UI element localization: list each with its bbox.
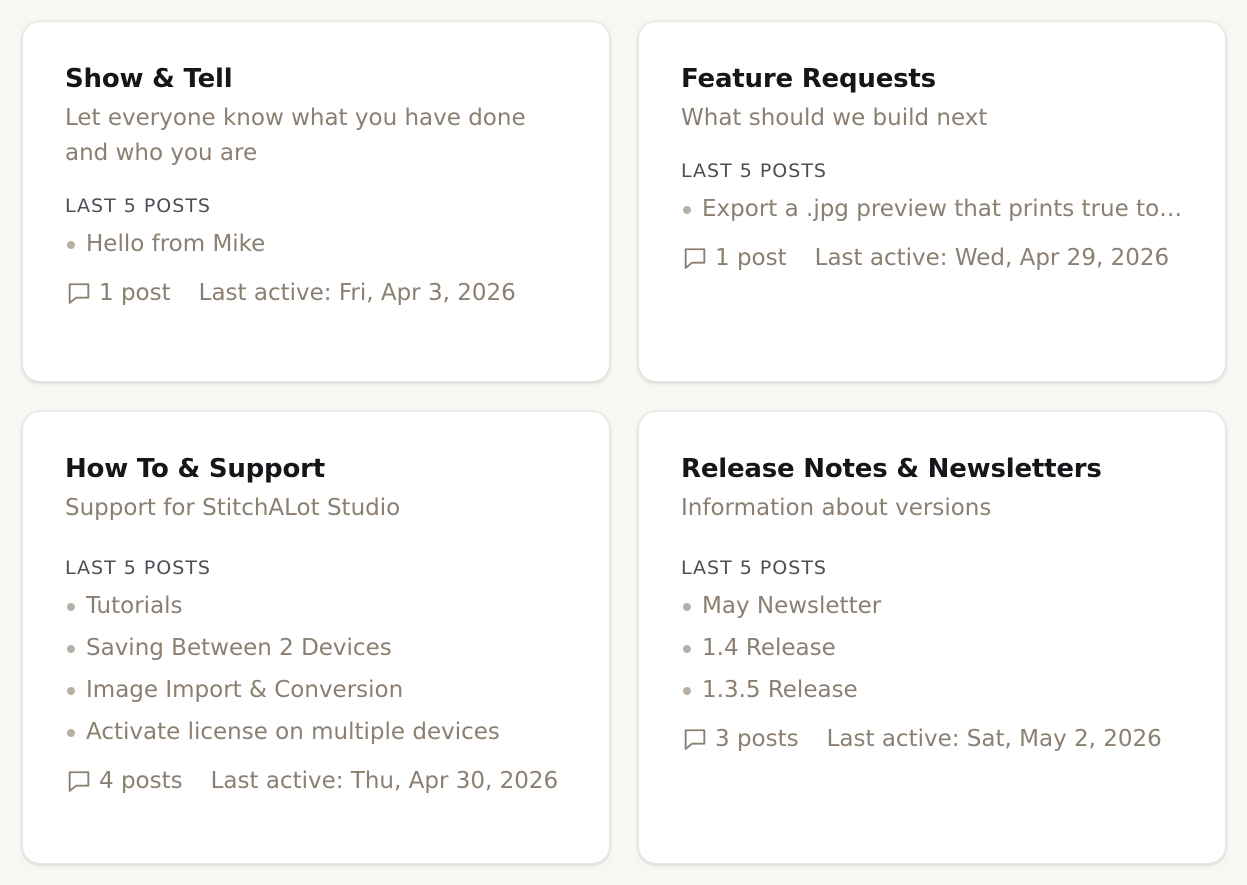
- last-posts-label: LAST 5 POSTS: [65, 195, 211, 217]
- category-grid: Show & Tell Let everyone know what you h…: [0, 0, 1247, 885]
- category-description: Information about versions: [681, 495, 992, 521]
- recent-posts-list: Tutorials Saving Between 2 Devices Image…: [65, 585, 567, 753]
- category-card-how-to-and-support[interactable]: How To & Support Support for StitchALot …: [22, 411, 610, 864]
- chat-bubble-icon: [65, 767, 93, 795]
- category-description: Support for StitchALot Studio: [65, 495, 401, 521]
- recent-post-link[interactable]: Tutorials: [65, 585, 567, 627]
- chat-bubble-icon: [681, 725, 709, 753]
- last-posts-label: LAST 5 POSTS: [681, 557, 827, 579]
- last-active: Last active: Fri, Apr 3, 2026: [198, 280, 516, 306]
- recent-post-link[interactable]: Export a .jpg preview that prints true t…: [681, 188, 1183, 230]
- chat-bubble-icon: [681, 244, 709, 272]
- post-count: 3 posts: [715, 726, 799, 752]
- recent-post-link[interactable]: Hello from Mike: [65, 223, 567, 265]
- recent-post-link[interactable]: Image Import & Conversion: [65, 669, 567, 711]
- category-card-feature-requests[interactable]: Feature Requests What should we build ne…: [638, 21, 1226, 382]
- last-posts-label: LAST 5 POSTS: [65, 557, 211, 579]
- category-title[interactable]: Show & Tell: [65, 62, 567, 96]
- last-active: Last active: Thu, Apr 30, 2026: [210, 768, 559, 794]
- category-description: Let everyone know what you have done and…: [65, 105, 526, 166]
- category-meta: 1 post Last active: Wed, Apr 29, 2026: [681, 241, 1183, 275]
- recent-posts-list: May Newsletter 1.4 Release 1.3.5 Release: [681, 585, 1183, 711]
- category-title[interactable]: How To & Support: [65, 452, 567, 486]
- category-meta: 4 posts Last active: Thu, Apr 30, 2026: [65, 764, 567, 798]
- post-count: 1 post: [99, 280, 171, 306]
- post-count: 1 post: [715, 245, 787, 271]
- recent-post-link[interactable]: 1.3.5 Release: [681, 669, 1183, 711]
- last-active: Last active: Sat, May 2, 2026: [826, 726, 1162, 752]
- recent-posts-list: Export a .jpg preview that prints true t…: [681, 188, 1183, 230]
- category-card-show-and-tell[interactable]: Show & Tell Let everyone know what you h…: [22, 21, 610, 382]
- last-active: Last active: Wed, Apr 29, 2026: [814, 245, 1170, 271]
- recent-post-link[interactable]: 1.4 Release: [681, 627, 1183, 669]
- category-meta: 1 post Last active: Fri, Apr 3, 2026: [65, 276, 567, 310]
- recent-post-link[interactable]: May Newsletter: [681, 585, 1183, 627]
- category-title[interactable]: Feature Requests: [681, 62, 1183, 96]
- category-meta: 3 posts Last active: Sat, May 2, 2026: [681, 722, 1183, 756]
- last-posts-label: LAST 5 POSTS: [681, 160, 827, 182]
- post-count: 4 posts: [99, 768, 183, 794]
- recent-posts-list: Hello from Mike: [65, 223, 567, 265]
- recent-post-link[interactable]: Activate license on multiple devices: [65, 711, 567, 753]
- recent-post-link[interactable]: Saving Between 2 Devices: [65, 627, 567, 669]
- category-card-release-notes[interactable]: Release Notes & Newsletters Information …: [638, 411, 1226, 864]
- category-description: What should we build next: [681, 105, 988, 131]
- chat-bubble-icon: [65, 279, 93, 307]
- category-title[interactable]: Release Notes & Newsletters: [681, 452, 1183, 486]
